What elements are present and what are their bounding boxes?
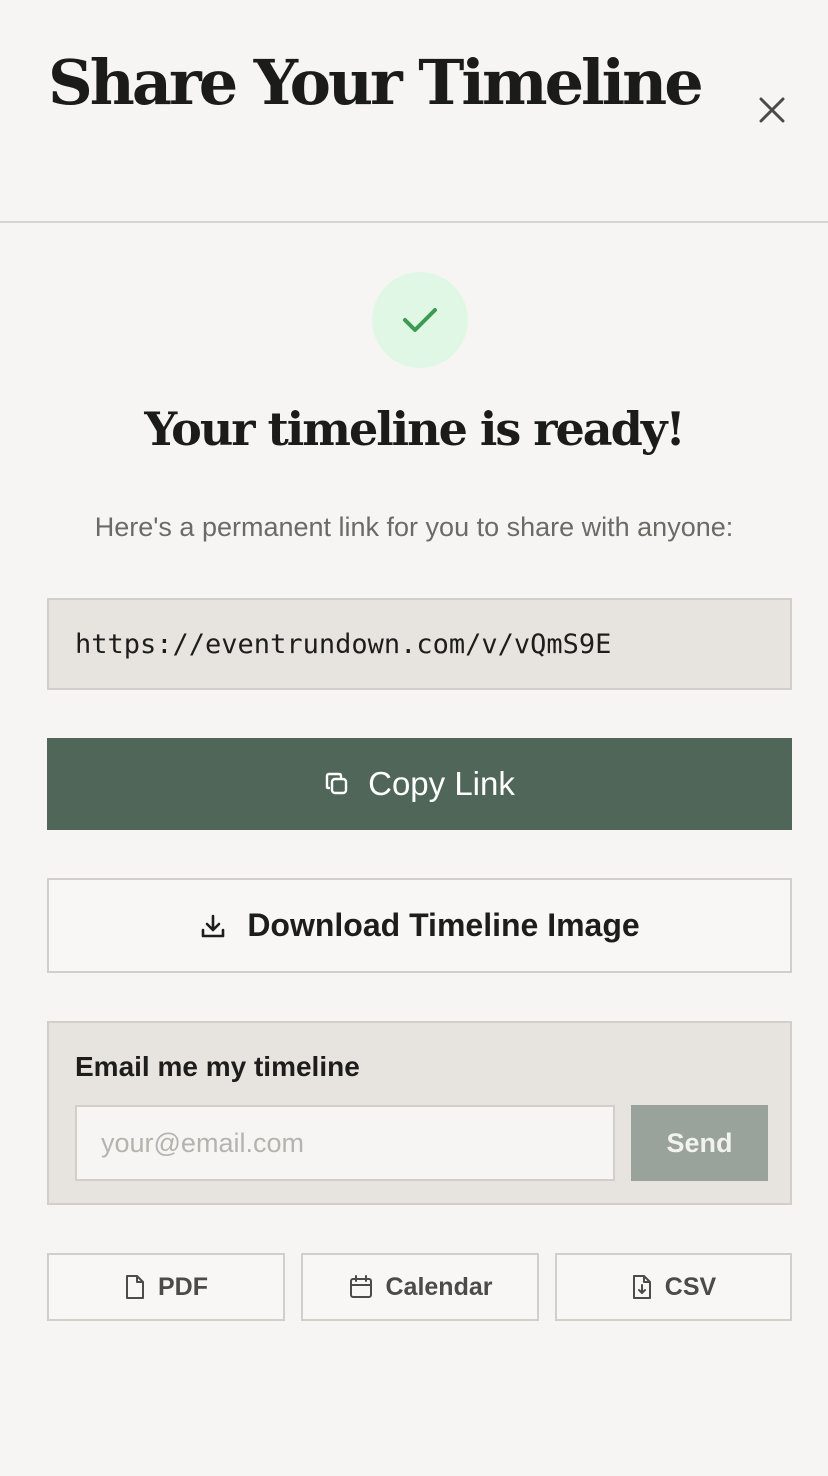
export-calendar-label: Calendar: [385, 1272, 493, 1301]
copy-link-label: Copy Link: [368, 765, 515, 802]
close-icon: [759, 97, 785, 123]
success-badge: [372, 272, 468, 368]
share-link-field[interactable]: https://eventrundown.com/v/vQmS9E: [47, 598, 792, 690]
export-csv-button[interactable]: CSV: [555, 1253, 792, 1321]
ready-heading: Your timeline is ready!: [144, 402, 685, 456]
email-label: Email me my timeline: [75, 1051, 360, 1082]
share-instructions: Here's a permanent link for you to share…: [94, 512, 734, 542]
export-pdf-button[interactable]: PDF: [47, 1253, 285, 1321]
download-image-label: Download Timeline Image: [247, 907, 640, 943]
send-button[interactable]: Send: [631, 1105, 768, 1181]
export-pdf-label: PDF: [158, 1272, 208, 1301]
modal-header: Share Your Timeline: [0, 0, 828, 223]
download-image-button[interactable]: Download Timeline Image: [47, 878, 792, 973]
copy-icon: [324, 771, 350, 797]
file-icon: [124, 1274, 146, 1300]
close-button[interactable]: [752, 90, 792, 130]
calendar-icon: [348, 1274, 374, 1300]
email-panel: Email me my timeline Send: [47, 1021, 792, 1205]
email-input[interactable]: [75, 1105, 615, 1181]
modal-title: Share Your Timeline: [48, 46, 704, 119]
check-icon: [403, 308, 437, 332]
export-calendar-button[interactable]: Calendar: [301, 1253, 539, 1321]
file-download-icon: [631, 1274, 653, 1300]
copy-link-button[interactable]: Copy Link: [47, 738, 792, 830]
download-icon: [199, 912, 227, 940]
export-csv-label: CSV: [664, 1272, 717, 1301]
